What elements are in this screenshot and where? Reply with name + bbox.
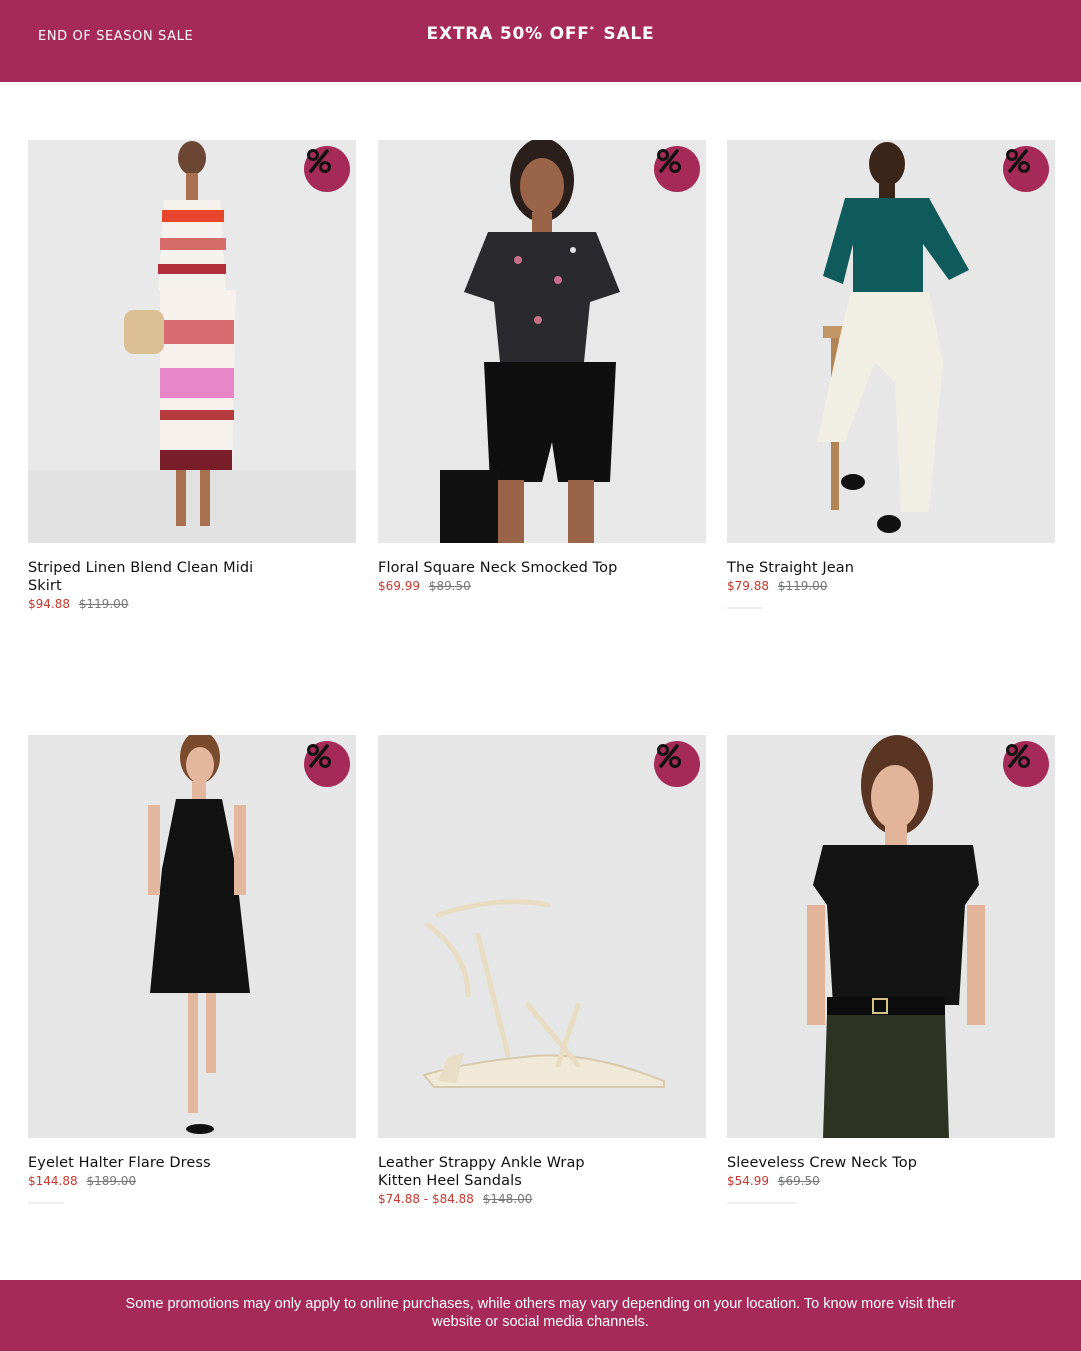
- sale-badge: [1003, 741, 1049, 787]
- product-image[interactable]: [378, 140, 706, 543]
- original-price: $189.00: [86, 1174, 137, 1188]
- sale-badge: [1003, 146, 1049, 192]
- product-card[interactable]: The Straight Jean $79.88 $119.00: [727, 140, 1055, 609]
- sale-badge: [304, 741, 350, 787]
- color-swatches[interactable]: [727, 1202, 797, 1204]
- sale-badge: [654, 741, 700, 787]
- product-card[interactable]: Eyelet Halter Flare Dress $144.88 $189.0…: [28, 735, 356, 1204]
- percent-icon: [307, 149, 331, 173]
- sale-price: $79.88: [727, 579, 769, 593]
- price: $144.88 $189.00: [28, 1174, 356, 1188]
- percent-icon: [307, 744, 331, 768]
- promo-banner: END OF SEASON SALE EXTRA 50% OFF* SALE: [0, 0, 1081, 82]
- sale-badge: [654, 146, 700, 192]
- product-name[interactable]: Sleeveless Crew Neck Top: [727, 1154, 967, 1172]
- percent-icon: [657, 149, 681, 173]
- promo-headline[interactable]: EXTRA 50% OFF* SALE: [0, 24, 1081, 44]
- product-name[interactable]: The Straight Jean: [727, 559, 967, 577]
- product-name[interactable]: Leather Strappy Ankle Wrap Kitten Heel S…: [378, 1154, 618, 1190]
- product-image[interactable]: [727, 735, 1055, 1138]
- original-price: $148.00: [482, 1192, 533, 1206]
- product-card[interactable]: Floral Square Neck Smocked Top $69.99 $8…: [378, 140, 706, 593]
- product-name[interactable]: Floral Square Neck Smocked Top: [378, 559, 618, 577]
- sale-price: $74.88 - $84.88: [378, 1192, 474, 1206]
- original-price: $119.00: [777, 579, 828, 593]
- price: $54.99 $69.50: [727, 1174, 1055, 1188]
- color-swatches[interactable]: [28, 1202, 64, 1204]
- product-image[interactable]: [378, 735, 706, 1138]
- sale-price: $144.88: [28, 1174, 78, 1188]
- product-card[interactable]: Sleeveless Crew Neck Top $54.99 $69.50: [727, 735, 1055, 1204]
- original-price: $89.50: [428, 579, 471, 593]
- product-card[interactable]: Striped Linen Blend Clean Midi Skirt $94…: [28, 140, 356, 611]
- sale-price: $54.99: [727, 1174, 769, 1188]
- color-swatches[interactable]: [727, 607, 763, 609]
- sale-price: $94.88: [28, 597, 70, 611]
- original-price: $69.50: [777, 1174, 820, 1188]
- product-image[interactable]: [28, 140, 356, 543]
- percent-icon: [657, 744, 681, 768]
- sale-badge: [304, 146, 350, 192]
- percent-icon: [1006, 744, 1030, 768]
- sale-price: $69.99: [378, 579, 420, 593]
- price: $69.99 $89.50: [378, 579, 706, 593]
- promo-disclaimer-footer: Some promotions may only apply to online…: [0, 1280, 1081, 1351]
- price: $79.88 $119.00: [727, 579, 1055, 593]
- price: $94.88 $119.00: [28, 597, 356, 611]
- disclaimer-text: Some promotions may only apply to online…: [125, 1296, 956, 1330]
- product-name[interactable]: Striped Linen Blend Clean Midi Skirt: [28, 559, 268, 595]
- percent-icon: [1006, 149, 1030, 173]
- price: $74.88 - $84.88 $148.00: [378, 1192, 706, 1206]
- product-name[interactable]: Eyelet Halter Flare Dress: [28, 1154, 268, 1172]
- original-price: $119.00: [78, 597, 129, 611]
- product-card[interactable]: Leather Strappy Ankle Wrap Kitten Heel S…: [378, 735, 706, 1206]
- product-image[interactable]: [727, 140, 1055, 543]
- product-image[interactable]: [28, 735, 356, 1138]
